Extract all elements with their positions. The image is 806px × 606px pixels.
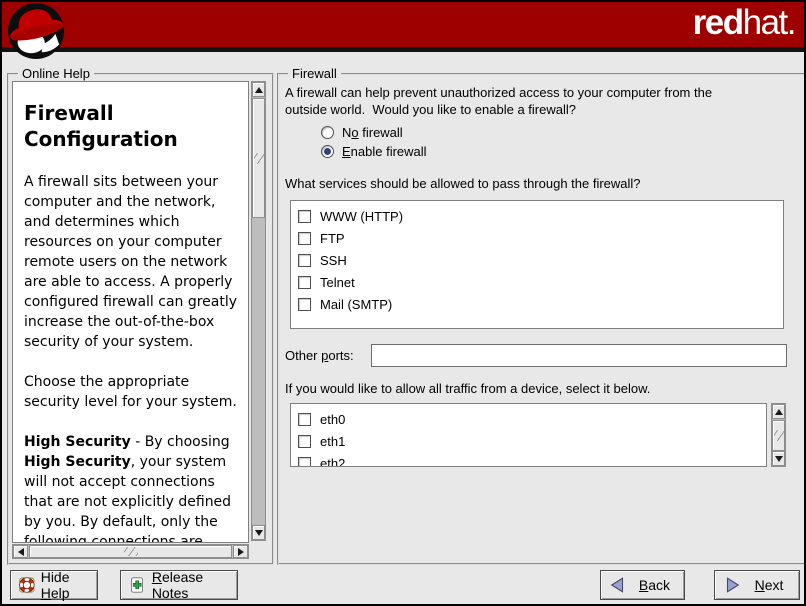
release-notes-button[interactable]: Release Notes (120, 570, 238, 600)
scroll-down-button[interactable] (772, 451, 785, 466)
service-row-ssh[interactable]: SSH (291, 249, 783, 271)
back-arrow-icon (609, 576, 627, 594)
firewall-frame: Firewall A firewall can help prevent una… (277, 73, 806, 565)
radio-no-firewall-label: No firewall (342, 125, 403, 140)
service-row-mail[interactable]: Mail (SMTP) (291, 293, 783, 315)
help-paragraph: A firewall sits between your computer an… (24, 172, 238, 352)
online-help-frame-label: Online Help (18, 66, 94, 81)
help-paragraph: High Security - By choosing High Securit… (24, 432, 238, 543)
other-ports-input[interactable] (371, 344, 787, 367)
help-title: Firewall Configuration (24, 100, 238, 152)
checkbox-icon[interactable] (298, 254, 311, 267)
scroll-left-button[interactable] (13, 545, 28, 558)
devices-question: If you would like to allow all traffic f… (285, 380, 650, 397)
release-notes-icon (129, 575, 146, 595)
back-label: Back (633, 577, 676, 593)
help-vertical-scrollbar[interactable] (251, 81, 266, 541)
arrow-up-icon (255, 87, 263, 93)
devices-list[interactable]: eth0 eth1 eth2 (290, 403, 767, 467)
device-row-eth1[interactable]: eth1 (291, 430, 766, 452)
service-row-ftp[interactable]: FTP (291, 227, 783, 249)
radio-no-firewall[interactable]: No firewall (321, 125, 403, 140)
arrow-down-icon (775, 456, 783, 462)
life-preserver-icon (19, 575, 35, 595)
radio-button-icon[interactable] (321, 126, 334, 139)
radio-enable-firewall[interactable]: Enable firewall (321, 144, 427, 159)
service-label: SSH (320, 253, 347, 268)
checkbox-icon[interactable] (298, 298, 311, 311)
service-row-www[interactable]: WWW (HTTP) (291, 205, 783, 227)
services-list[interactable]: WWW (HTTP) FTP SSH Telnet Mail (SMTP) (290, 200, 784, 329)
service-label: FTP (320, 231, 345, 246)
online-help-frame: Online Help Firewall Configuration A fir… (7, 73, 274, 565)
hide-help-button[interactable]: Hide Help (10, 570, 98, 600)
redhat-shadowman-logo-icon (7, 2, 65, 60)
radio-enable-firewall-label: Enable firewall (342, 144, 427, 159)
header-banner (2, 2, 804, 52)
service-label: Telnet (320, 275, 355, 290)
scroll-right-button[interactable] (233, 545, 248, 558)
device-row-eth2[interactable]: eth2 (291, 452, 766, 467)
release-notes-label: Release Notes (152, 569, 229, 601)
firewall-intro-text: A firewall can help prevent unauthorized… (285, 84, 785, 118)
arrow-right-icon (238, 548, 244, 556)
scrollbar-thumb[interactable] (772, 420, 785, 451)
other-ports-label: Other ports: (285, 348, 371, 363)
scroll-up-button[interactable] (252, 82, 265, 97)
radio-button-selected-icon[interactable] (321, 145, 334, 158)
thumb-grip-icon (124, 547, 138, 556)
device-label: eth2 (320, 456, 345, 468)
checkbox-icon[interactable] (298, 457, 311, 468)
scrollbar-thumb[interactable] (29, 545, 232, 558)
scrollbar-thumb[interactable] (252, 98, 265, 218)
checkbox-icon[interactable] (298, 413, 311, 426)
help-text-viewport: Firewall Configuration A firewall sits b… (12, 81, 249, 543)
next-button[interactable]: Next (714, 570, 800, 600)
scroll-up-button[interactable] (772, 404, 785, 419)
checkbox-icon[interactable] (298, 210, 311, 223)
services-question: What services should be allowed to pass … (285, 175, 641, 192)
service-label: Mail (SMTP) (320, 297, 392, 312)
hide-help-label: Hide Help (41, 569, 89, 601)
device-row-eth0[interactable]: eth0 (291, 408, 766, 430)
scroll-down-button[interactable] (252, 525, 265, 540)
checkbox-icon[interactable] (298, 435, 311, 448)
arrow-down-icon (255, 530, 263, 536)
service-label: WWW (HTTP) (320, 209, 403, 224)
checkbox-icon[interactable] (298, 276, 311, 289)
help-paragraph: Choose the appropriate security level fo… (24, 372, 238, 412)
next-arrow-icon (723, 576, 741, 594)
arrow-left-icon (18, 548, 24, 556)
installer-window: redhat. Online Help Firewall Configurati… (0, 0, 806, 606)
device-label: eth1 (320, 434, 345, 449)
device-label: eth0 (320, 412, 345, 427)
redhat-wordmark: redhat. (693, 0, 795, 47)
back-button[interactable]: Back (600, 570, 685, 600)
help-horizontal-scrollbar[interactable] (12, 544, 249, 559)
thumb-grip-icon (774, 430, 784, 441)
service-row-telnet[interactable]: Telnet (291, 271, 783, 293)
firewall-frame-label: Firewall (288, 66, 341, 81)
devices-vertical-scrollbar[interactable] (771, 403, 786, 467)
next-label: Next (747, 577, 791, 593)
thumb-grip-icon (254, 153, 264, 164)
checkbox-icon[interactable] (298, 232, 311, 245)
arrow-up-icon (775, 409, 783, 415)
